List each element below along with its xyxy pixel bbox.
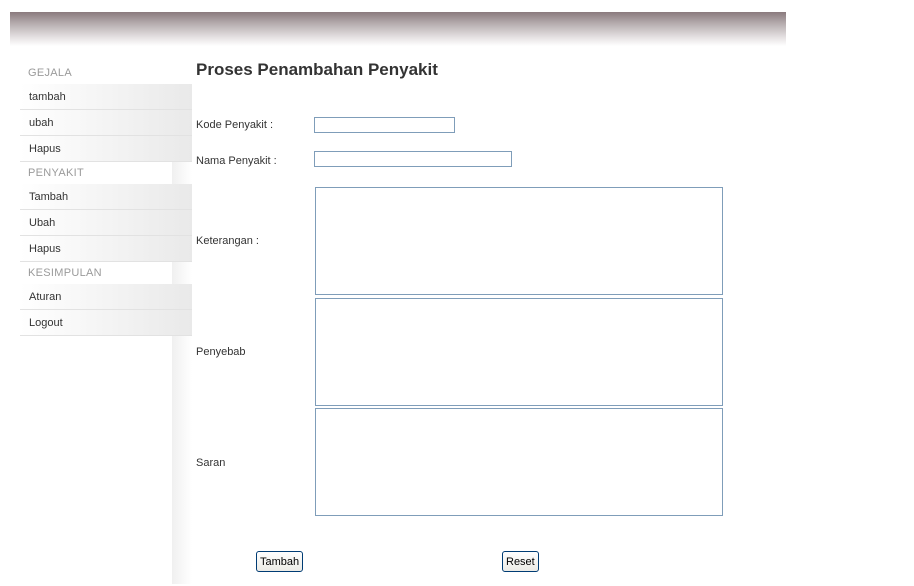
saran-textarea[interactable] — [315, 408, 723, 516]
sidebar-item-penyakit-tambah[interactable]: Tambah — [20, 184, 192, 210]
tambah-button[interactable]: Tambah — [256, 551, 304, 572]
sidebar-item-logout[interactable]: Logout — [20, 310, 192, 336]
sidebar-item-aturan[interactable]: Aturan — [20, 284, 192, 310]
penyebab-label: Penyebab — [196, 346, 246, 358]
nama-penyakit-label: Nama Penyakit : — [196, 155, 277, 167]
kode-penyakit-input[interactable] — [314, 117, 455, 133]
nama-penyakit-input[interactable] — [314, 151, 512, 167]
sidebar-item-penyakit-hapus[interactable]: Hapus — [20, 236, 192, 262]
sidebar-item-gejala-ubah[interactable]: ubah — [20, 110, 192, 136]
page-title: Proses Penambahan Penyakit — [196, 60, 438, 79]
sidebar-item-gejala-hapus[interactable]: Hapus — [20, 136, 192, 162]
main-content: Proses Penambahan Penyakit Kode Penyakit… — [196, 0, 896, 586]
reset-button[interactable]: Reset — [502, 551, 539, 572]
sidebar-item-gejala-tambah[interactable]: tambah — [20, 84, 192, 110]
saran-label: Saran — [196, 457, 226, 469]
sidebar-section-kesimpulan: KESIMPULAN — [28, 267, 102, 279]
kode-penyakit-label: Kode Penyakit : — [196, 119, 274, 131]
sidebar-section-gejala: GEJALA — [28, 67, 72, 79]
sidebar-item-penyakit-ubah[interactable]: Ubah — [20, 210, 192, 236]
penyebab-textarea[interactable] — [315, 298, 723, 406]
keterangan-label: Keterangan : — [196, 235, 259, 247]
sidebar-menu: GEJALA tambah ubah Hapus PENYAKIT Tambah… — [20, 62, 192, 336]
keterangan-textarea[interactable] — [315, 187, 723, 295]
sidebar-section-penyakit: PENYAKIT — [28, 167, 84, 179]
